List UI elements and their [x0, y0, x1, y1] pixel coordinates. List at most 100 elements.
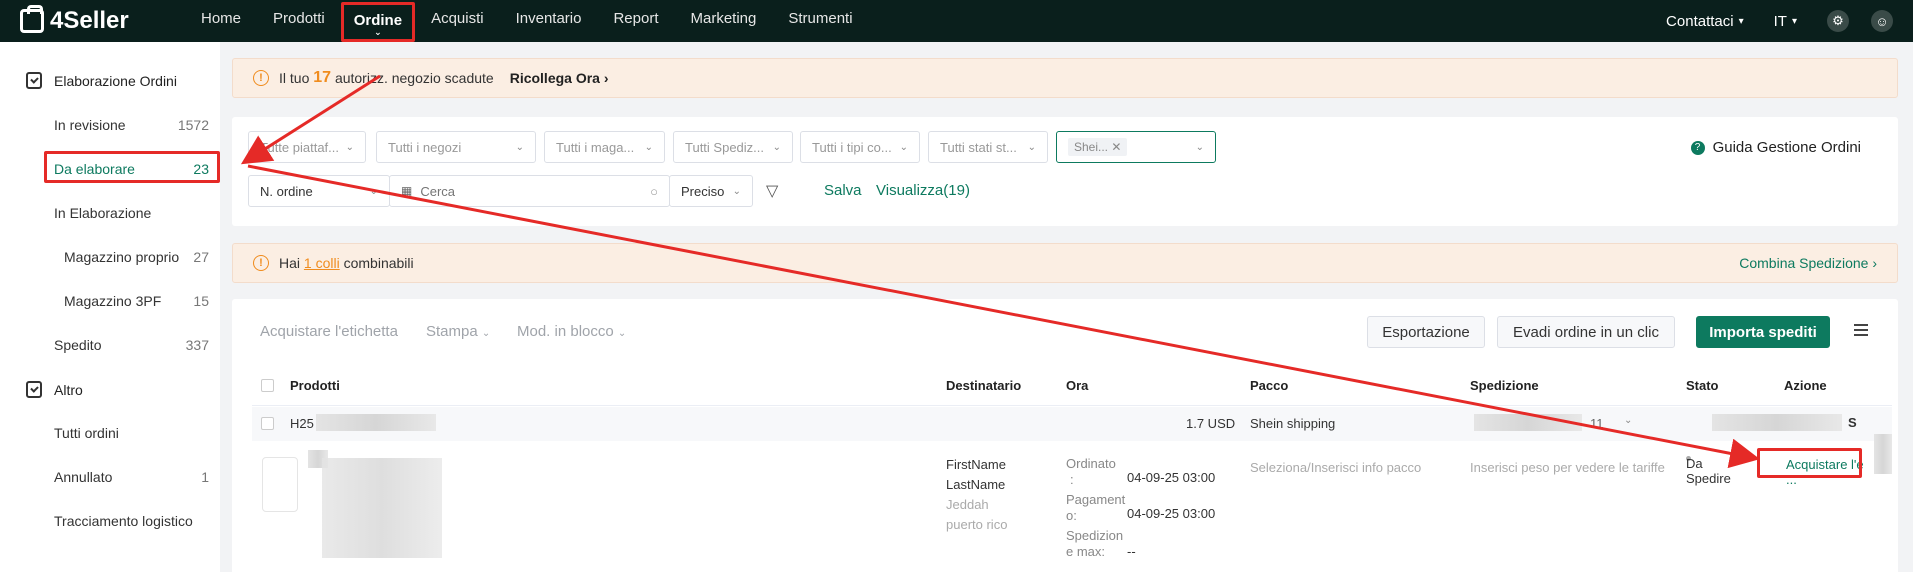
bulk-edit-label: Mod. in blocco — [517, 323, 614, 340]
chevron-down-icon: ⌄ — [1195, 141, 1204, 153]
action-tail-text: S — [1848, 415, 1857, 430]
platform-select-value: Tutte piattaf... — [260, 139, 340, 155]
warehouse-select[interactable]: Tutti i maga... ⌄ — [544, 131, 665, 163]
shipping-tail-text: 11 — [1590, 416, 1604, 431]
sidebar-item-tutti-ordini[interactable]: Tutti ordini — [54, 425, 209, 441]
buy-label-button[interactable]: Acquistare l'etichetta — [260, 323, 398, 340]
match-mode-value: Preciso — [681, 183, 725, 199]
reconnect-link[interactable]: Ricollega Ora › — [510, 70, 609, 86]
col-stato: Stato — [1686, 378, 1719, 393]
order-checkbox[interactable] — [261, 417, 274, 430]
sidebar-item-spedito[interactable]: Spedito 337 — [54, 337, 209, 353]
top-navbar: 4Seller Home Prodotti Ordine ⌄ Acquisti I… — [0, 0, 1913, 42]
order-amount: 1.7 USD — [1186, 416, 1236, 431]
highlight-box-action — [1757, 448, 1862, 478]
order-guide-link[interactable]: ? Guida Gestione Ordini — [1690, 139, 1861, 156]
col-azione: Azione — [1784, 378, 1827, 393]
chevron-down-icon: ⌄ — [772, 141, 781, 153]
language-menu[interactable]: IT ▾ — [1774, 13, 1797, 30]
shipping-select[interactable]: Tutti Spediz... ⌄ — [673, 131, 793, 163]
payment-time: 04-09-25 03:00 — [1127, 506, 1216, 521]
status-label: Da Spedire — [1686, 456, 1731, 486]
sidebar-item-label: Tracciamento logistico — [54, 513, 193, 529]
settings-gear-icon[interactable]: ⚙ — [1827, 10, 1849, 32]
search-field-select[interactable]: N. ordine ⌄ — [248, 175, 390, 207]
shein-filter-select[interactable]: Shei... ✕ ⌄ — [1056, 131, 1216, 163]
filter-tag: Shei... ✕ — [1068, 138, 1128, 156]
order-number[interactable]: H25 — [290, 416, 314, 431]
chevron-down-icon: ⌄ — [732, 185, 741, 197]
combine-shipping-link[interactable]: Combina Spedizione › — [1739, 255, 1877, 271]
sidebar-item-count: 15 — [193, 293, 209, 309]
nav-inventario[interactable]: Inventario — [500, 0, 598, 42]
search-input-box[interactable]: ▦ ○ — [389, 175, 670, 207]
filter-tag-label: Shei... — [1074, 140, 1109, 154]
import-shipped-button[interactable]: Importa spediti — [1696, 316, 1830, 348]
sidebar-item-in-revisione[interactable]: In revisione 1572 — [54, 117, 209, 133]
nav-home[interactable]: Home — [185, 0, 257, 42]
chevron-down-icon: ⌄ — [515, 141, 524, 153]
filter-panel: Tutte piattaf... ⌄ Tutti i negozi ⌄ Tutti … — [232, 117, 1898, 226]
one-click-fulfill-button[interactable]: Evadi ordine in un clic — [1497, 316, 1675, 348]
top-right-actions: Contattaci ▾ IT ▾ ⚙ ☺ — [1636, 0, 1893, 42]
user-avatar-icon[interactable]: ☺ — [1871, 10, 1893, 32]
combinable-packages-link[interactable]: 1 colli — [304, 255, 340, 271]
platform-select[interactable]: Tutte piattaf... ⌄ — [248, 131, 366, 163]
app-logo[interactable]: 4Seller — [20, 5, 185, 35]
nav-acquisti[interactable]: Acquisti — [415, 0, 500, 42]
language-label: IT — [1773, 12, 1787, 30]
col-prodotti: Prodotti — [290, 378, 340, 393]
sidebar-item-count: 1572 — [177, 117, 209, 133]
close-icon[interactable]: ✕ — [1111, 140, 1121, 154]
chevron-down-icon: ⌄ — [345, 141, 354, 153]
contact-label: Contattaci — [1666, 12, 1734, 30]
view-filters-link[interactable]: Visualizza(19) — [876, 182, 970, 199]
status-select[interactable]: Tutti stati st... ⌄ — [928, 131, 1048, 163]
sidebar-group-altro[interactable]: Altro — [26, 381, 83, 398]
bulk-edit-menu[interactable]: Mod. in blocco ⌄ — [517, 323, 626, 340]
nav-marketing[interactable]: Marketing — [675, 0, 773, 42]
search-input[interactable] — [420, 183, 621, 199]
shipping-rates-hint: Inserisci peso per vedere le tariffe — [1470, 460, 1665, 475]
select-all-checkbox[interactable] — [261, 379, 274, 392]
chevron-down-icon[interactable]: ⌄ — [1624, 415, 1632, 426]
nav-prodotti[interactable]: Prodotti — [257, 0, 341, 42]
sidebar-item-magazzino-3pf[interactable]: Magazzino 3PF 15 — [64, 293, 209, 309]
chevron-down-icon: ⌄ — [481, 328, 491, 339]
sidebar-item-count: 1 — [201, 469, 209, 485]
shipping-select-value: Tutti Spediz... — [685, 139, 764, 155]
sidebar: Elaborazione Ordini In revisione 1572 Da… — [0, 42, 220, 572]
save-filter-link[interactable]: Salva — [824, 182, 862, 199]
sidebar-group-order-processing[interactable]: Elaborazione Ordini — [26, 72, 177, 89]
contact-menu[interactable]: Contattaci ▾ — [1666, 13, 1744, 30]
payment-label: Pagament — [1066, 492, 1126, 507]
redacted-order-id — [316, 414, 436, 431]
nav-strumenti[interactable]: Strumenti — [772, 0, 868, 42]
chevron-down-icon: ⌄ — [899, 141, 908, 153]
sidebar-item-tracciamento-logistico[interactable]: Tracciamento logistico — [54, 513, 209, 529]
orders-panel: Acquistare l'etichetta Stampa ⌄ Mod. in … — [232, 299, 1898, 572]
product-thumbnail[interactable] — [262, 457, 298, 512]
nav-report[interactable]: Report — [597, 0, 674, 42]
redacted-shipping — [1474, 414, 1582, 431]
type-select[interactable]: Tutti i tipi co... ⌄ — [800, 131, 920, 163]
search-icon[interactable]: ○ — [650, 184, 658, 199]
filter-funnel-icon[interactable]: ▽ — [766, 181, 778, 201]
column-settings-icon[interactable] — [1854, 324, 1868, 336]
sidebar-item-in-elaborazione[interactable]: In Elaborazione — [54, 205, 209, 221]
logo-bag-icon — [20, 5, 44, 33]
package-info-link[interactable]: Seleziona/Inserisci info pacco — [1250, 460, 1421, 475]
store-select[interactable]: Tutti i negozi ⌄ — [376, 131, 536, 163]
print-menu[interactable]: Stampa ⌄ — [426, 323, 490, 340]
recipient-last-name: LastName — [946, 477, 1006, 492]
nav-ordine[interactable]: Ordine ⌄ — [340, 2, 416, 42]
warehouse-select-value: Tutti i maga... — [556, 139, 635, 155]
order-row: H25 1.7 USD Shein shipping 11 ⌄ S — [252, 407, 1892, 441]
sidebar-item-magazzino-proprio[interactable]: Magazzino proprio 27 — [64, 249, 209, 265]
match-mode-select[interactable]: Preciso ⌄ — [669, 175, 753, 207]
export-button[interactable]: Esportazione — [1367, 316, 1485, 348]
recipient-region: puerto rico — [946, 517, 1008, 532]
ordered-separator: : — [1070, 472, 1074, 487]
sidebar-item-annullato[interactable]: Annullato 1 — [54, 469, 209, 485]
chevron-down-icon: ⌄ — [644, 141, 653, 153]
